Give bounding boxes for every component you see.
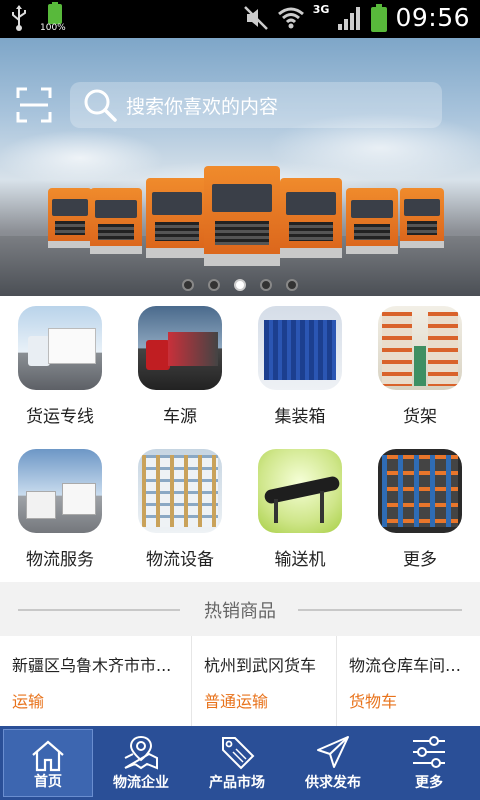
pallet-rack-icon — [378, 449, 462, 533]
nav-home[interactable]: 首页 — [3, 729, 93, 797]
product-card[interactable]: 新疆区乌鲁木齐市市... 运输 — [0, 636, 192, 726]
nav-supply-demand-post[interactable]: 供求发布 — [285, 726, 381, 800]
search-icon — [84, 89, 117, 122]
category-label: 车源 — [163, 407, 197, 427]
category-item[interactable]: 更多 — [360, 439, 480, 582]
scan-icon[interactable] — [16, 87, 52, 123]
category-item[interactable]: 货运专线 — [0, 296, 120, 439]
nav-logistics-companies[interactable]: 物流企业 — [93, 726, 189, 800]
container-icon — [258, 306, 342, 390]
product-name: 新疆区乌鲁木齐市市... — [12, 656, 172, 675]
signal-icon — [338, 6, 361, 30]
nav-label: 产品市场 — [209, 775, 265, 791]
carousel-dot-active[interactable] — [234, 279, 246, 291]
product-category: 运输 — [12, 692, 45, 711]
category-label: 货架 — [403, 407, 437, 427]
category-label: 物流服务 — [26, 550, 94, 570]
nav-label: 更多 — [415, 775, 443, 791]
product-category: 普通运输 — [204, 692, 269, 711]
category-item[interactable]: 物流设备 — [120, 439, 240, 582]
carousel-dot[interactable] — [182, 279, 194, 291]
product-card[interactable]: 物流仓库车间防... 货物车 — [337, 636, 480, 726]
battery-icon — [371, 3, 388, 32]
category-label: 货运专线 — [26, 407, 94, 427]
mute-icon — [243, 5, 268, 30]
wifi-icon — [277, 7, 304, 28]
map-location-icon — [124, 735, 158, 770]
trucks-fleet-icon — [18, 449, 102, 533]
carousel-indicator — [0, 279, 480, 291]
nav-label: 供求发布 — [305, 775, 361, 791]
warehouse-shelf-icon — [378, 306, 462, 390]
product-name: 物流仓库车间防... — [349, 656, 470, 675]
category-item[interactable]: 输送机 — [240, 439, 360, 582]
clock: 09:56 — [395, 3, 470, 32]
hot-product-list: 新疆区乌鲁木齐市市... 运输 杭州到武冈货车 普通运输 物流仓库车间防... … — [0, 636, 480, 726]
sale-tag-icon — [222, 737, 255, 770]
battery-percent: 100% — [40, 23, 66, 33]
search-input[interactable]: 搜索你喜欢的内容 — [70, 82, 442, 128]
category-grid: 货运专线 车源 集装箱 货架 物流服务 物流设备 输送机 更多 — [0, 296, 480, 582]
truck-white-icon — [18, 306, 102, 390]
settings-sliders-icon — [413, 736, 445, 768]
search-placeholder: 搜索你喜欢的内容 — [126, 95, 279, 118]
category-item[interactable]: 集装箱 — [240, 296, 360, 439]
category-label: 集装箱 — [274, 407, 326, 427]
product-category: 货物车 — [349, 692, 398, 711]
category-label: 输送机 — [274, 550, 326, 570]
banner-carousel[interactable]: 搜索你喜欢的内容 — [0, 38, 480, 296]
home-icon — [32, 740, 64, 772]
network-type: 3G — [312, 3, 330, 16]
nav-label: 物流企业 — [113, 775, 169, 791]
send-icon — [317, 736, 349, 768]
storage-rack-icon — [138, 449, 222, 533]
nav-label: 首页 — [34, 774, 62, 790]
status-bar: 100% 3G 09:56 — [0, 0, 480, 38]
bottom-nav: 首页 物流企业 产品市场 供求发布 更多 — [0, 726, 480, 800]
carousel-dot[interactable] — [208, 279, 220, 291]
nav-product-market[interactable]: 产品市场 — [189, 726, 285, 800]
category-item[interactable]: 货架 — [360, 296, 480, 439]
truck-red-icon — [138, 306, 222, 390]
product-name: 杭州到武冈货车 — [204, 656, 317, 675]
usb-icon — [12, 5, 26, 31]
carousel-dot[interactable] — [260, 279, 272, 291]
nav-more[interactable]: 更多 — [381, 726, 477, 800]
divider — [298, 609, 462, 611]
hot-section-header: 热销商品 — [0, 582, 480, 636]
category-label: 更多 — [403, 550, 437, 570]
carousel-dot[interactable] — [286, 279, 298, 291]
battery-icon: 100% — [40, 2, 68, 34]
conveyor-icon — [258, 449, 342, 533]
category-item[interactable]: 物流服务 — [0, 439, 120, 582]
product-card[interactable]: 杭州到武冈货车 普通运输 — [192, 636, 337, 726]
category-item[interactable]: 车源 — [120, 296, 240, 439]
category-label: 物流设备 — [146, 550, 214, 570]
